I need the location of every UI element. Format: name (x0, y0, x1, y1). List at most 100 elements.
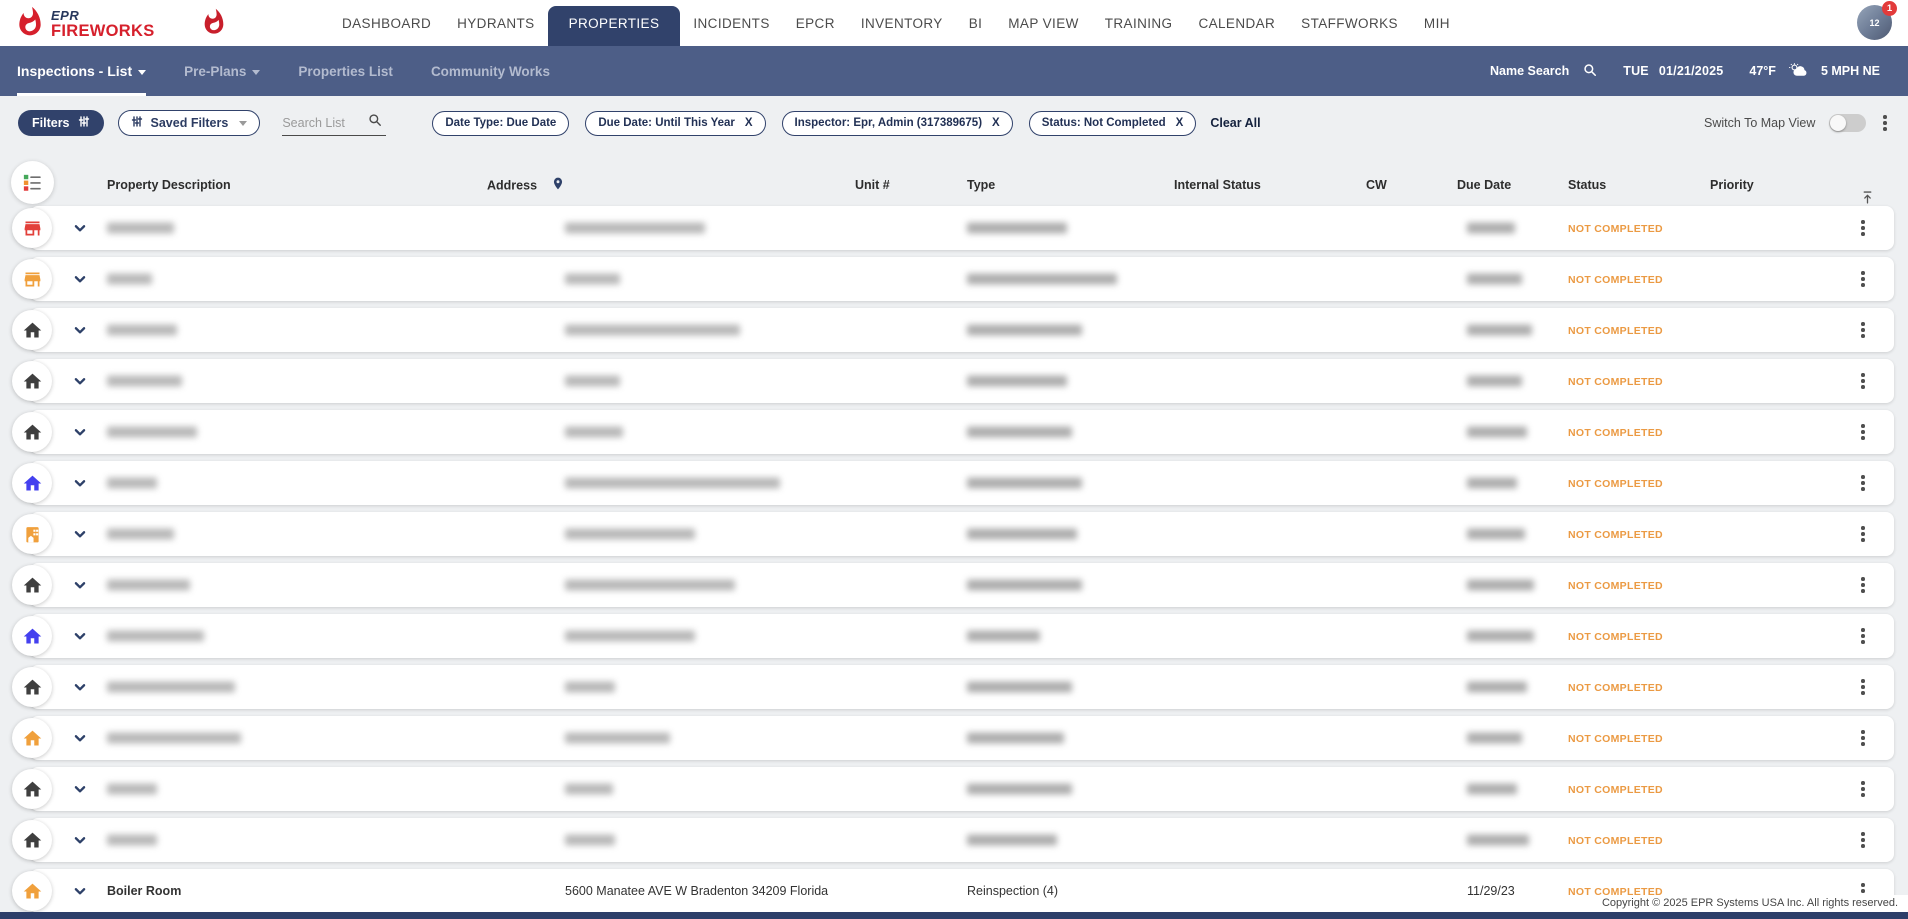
type-redacted (967, 682, 1072, 693)
subnav-item-community-works[interactable]: Community Works (431, 46, 550, 96)
nav-item-mih[interactable]: MIH (1411, 16, 1463, 46)
row-menu-icon[interactable] (1858, 829, 1868, 851)
expand-chevron-icon[interactable] (73, 425, 87, 439)
filter-chip-status[interactable]: Status: Not CompletedX (1029, 111, 1197, 136)
bottom-bar (0, 912, 1908, 919)
nav-item-inventory[interactable]: INVENTORY (848, 16, 956, 46)
nav-item-incidents[interactable]: INCIDENTS (680, 16, 782, 46)
nav-item-training[interactable]: TRAINING (1092, 16, 1186, 46)
row-menu-icon[interactable] (1858, 574, 1868, 596)
remove-filter-icon[interactable]: X (992, 117, 1000, 129)
table-row[interactable]: NOT COMPLETED (30, 512, 1894, 556)
nav-item-hydrants[interactable]: HYDRANTS (444, 16, 547, 46)
name-search-label: Name Search (1490, 64, 1569, 78)
expand-chevron-icon[interactable] (73, 680, 87, 694)
row-menu-icon[interactable] (1858, 727, 1868, 749)
column-header-address[interactable]: Address (487, 176, 565, 195)
nav-item-staffworks[interactable]: STAFFWORKS (1288, 16, 1411, 46)
table-row[interactable]: NOT COMPLETED (30, 767, 1894, 811)
expand-chevron-icon[interactable] (73, 221, 87, 235)
expand-chevron-icon[interactable] (73, 323, 87, 337)
row-menu-icon[interactable] (1858, 778, 1868, 800)
nav-item-bi[interactable]: BI (956, 16, 996, 46)
nav-item-properties[interactable]: PROPERTIES (548, 6, 681, 46)
user-avatar[interactable]: 12 1 (1857, 5, 1892, 40)
row-menu-icon[interactable] (1858, 676, 1868, 698)
house-gray-icon (12, 820, 52, 860)
expand-chevron-icon[interactable] (73, 731, 87, 745)
column-header-cw[interactable]: CW (1366, 178, 1387, 192)
expand-chevron-icon[interactable] (73, 578, 87, 592)
expand-chevron-icon[interactable] (73, 374, 87, 388)
saved-filters-dropdown[interactable]: Saved Filters (118, 110, 261, 136)
table-row[interactable]: NOT COMPLETED (30, 665, 1894, 709)
row-menu-icon[interactable] (1858, 523, 1868, 545)
nav-item-map-view[interactable]: MAP VIEW (995, 16, 1091, 46)
map-view-toggle[interactable] (1829, 114, 1866, 132)
table-row[interactable]: NOT COMPLETED (30, 614, 1894, 658)
name-search[interactable]: Name Search (1490, 63, 1597, 80)
column-header-priority[interactable]: Priority (1710, 178, 1754, 192)
date-value: 01/21/2025 (1659, 64, 1724, 78)
due-date-redacted (1467, 580, 1534, 591)
status-badge: NOT COMPLETED (1568, 780, 1663, 798)
row-menu-icon[interactable] (1858, 421, 1868, 443)
row-menu-icon[interactable] (1858, 370, 1868, 392)
address-redacted (565, 580, 735, 591)
table-row[interactable]: NOT COMPLETED (30, 461, 1894, 505)
expand-chevron-icon[interactable] (73, 476, 87, 490)
due-date-redacted (1467, 529, 1525, 540)
column-header-status[interactable]: Status (1568, 178, 1606, 192)
table-row[interactable]: NOT COMPLETED (30, 308, 1894, 352)
address-redacted (565, 223, 705, 234)
table-row[interactable]: NOT COMPLETED (30, 818, 1894, 862)
property-description-redacted (107, 580, 190, 591)
subnav-item-inspections-list[interactable]: Inspections - List (17, 46, 146, 96)
filter-chip-due-date[interactable]: Due Date: Until This YearX (585, 111, 765, 136)
row-menu-icon[interactable] (1858, 217, 1868, 239)
nav-item-dashboard[interactable]: DASHBOARD (329, 16, 444, 46)
expand-chevron-icon[interactable] (73, 782, 87, 796)
search-list-input[interactable] (282, 116, 362, 130)
column-header-type[interactable]: Type (967, 178, 995, 192)
more-options-icon[interactable] (1880, 112, 1890, 134)
remove-filter-icon[interactable]: X (1176, 117, 1184, 129)
subnav-item-properties-list[interactable]: Properties List (298, 46, 393, 96)
table-row[interactable]: NOT COMPLETED (30, 563, 1894, 607)
filters-button[interactable]: Filters (18, 110, 104, 136)
table-row[interactable]: NOT COMPLETED (30, 410, 1894, 454)
nav-item-epcr[interactable]: EPCR (783, 16, 848, 46)
table-row[interactable]: NOT COMPLETED (30, 206, 1894, 250)
column-header-property-description[interactable]: Property Description (107, 178, 231, 192)
column-header-internal-status[interactable]: Internal Status (1174, 178, 1261, 192)
row-menu-icon[interactable] (1858, 268, 1868, 290)
epr-fireworks-logo[interactable]: EPR FIREWORKS (14, 6, 155, 43)
clear-all-link[interactable]: Clear All (1210, 116, 1260, 130)
type-redacted (967, 733, 1064, 744)
filter-bar-right: Switch To Map View (1704, 112, 1890, 134)
subnav-item-pre-plans[interactable]: Pre-Plans (184, 46, 260, 96)
expand-chevron-icon[interactable] (73, 272, 87, 286)
nav-item-calendar[interactable]: CALENDAR (1185, 16, 1288, 46)
column-header-due-date[interactable]: Due Date (1457, 178, 1511, 192)
remove-filter-icon[interactable]: X (745, 117, 753, 129)
sliders-icon (131, 115, 143, 131)
expand-chevron-icon[interactable] (73, 884, 87, 898)
expand-chevron-icon[interactable] (73, 629, 87, 643)
address-redacted (565, 478, 780, 489)
map-view-toggle-label: Switch To Map View (1704, 116, 1815, 130)
table-row[interactable]: NOT COMPLETED (30, 257, 1894, 301)
row-menu-icon[interactable] (1858, 319, 1868, 341)
status-legend-icon[interactable] (11, 161, 54, 204)
column-header-unit[interactable]: Unit # (855, 178, 890, 192)
expand-chevron-icon[interactable] (73, 527, 87, 541)
filter-chip-inspector[interactable]: Inspector: Epr, Admin (317389675)X (782, 111, 1013, 136)
search-icon[interactable] (368, 113, 382, 132)
row-menu-icon[interactable] (1858, 472, 1868, 494)
location-pin-icon[interactable] (551, 176, 565, 195)
filter-chip-date-type[interactable]: Date Type: Due Date (432, 111, 569, 136)
table-row[interactable]: NOT COMPLETED (30, 359, 1894, 403)
table-row[interactable]: NOT COMPLETED (30, 716, 1894, 760)
row-menu-icon[interactable] (1858, 625, 1868, 647)
expand-chevron-icon[interactable] (73, 833, 87, 847)
